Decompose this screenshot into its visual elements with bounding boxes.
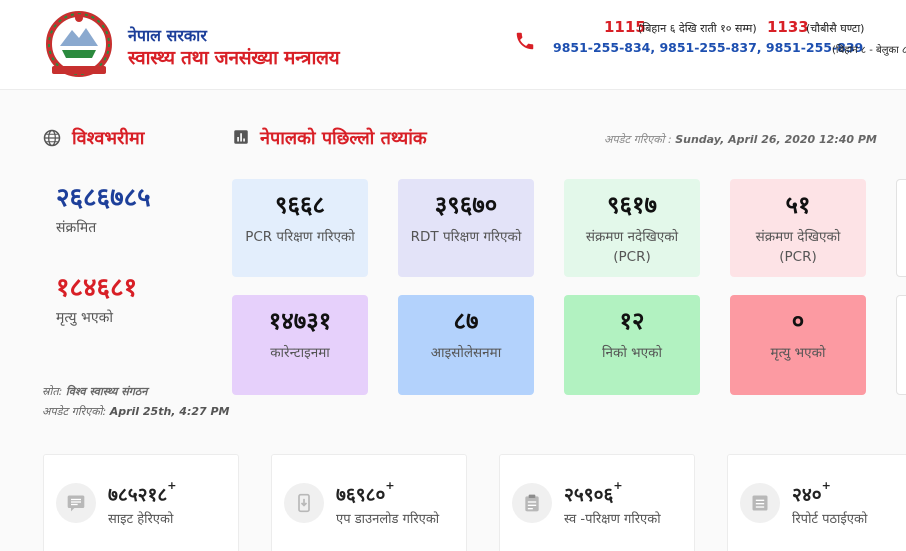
card-rdt-tests: ३९६७० RDT परिक्षण गरिएको	[398, 179, 534, 277]
stat-self-tests: २५९०६+ स्व -परिक्षण गरिएको	[499, 454, 695, 551]
nepal-section-title: नेपालको पछिल्लो तथ्यांक	[260, 128, 427, 149]
card-quarantine: १४७३१ कारेन्टाइनमा	[232, 295, 368, 395]
nepal-emblem-logo[interactable]	[42, 8, 116, 78]
report-icon	[740, 483, 780, 523]
stat-label: साइट हेरिएको	[108, 512, 174, 527]
card-isolation: ८७ आइसोलेसनमा	[398, 295, 534, 395]
source-value: विश्व स्वास्थ्य संगठन	[65, 385, 148, 398]
card-value: ८७	[453, 307, 479, 335]
stat-plus: +	[167, 479, 177, 492]
card-label: संक्रमण नदेखिएको (PCR)	[585, 229, 679, 265]
stat-label: स्व -परिक्षण गरिएको	[564, 512, 661, 527]
world-deaths-label: मृत्यु भएको	[56, 310, 113, 326]
stat-value: ७८५२१८+	[108, 479, 177, 507]
phone-numbers[interactable]: 9851-255-834, 9851-255-837, 9851-255-839	[553, 40, 863, 55]
stat-value: २५९०६+	[564, 479, 623, 507]
hotline-1133[interactable]: 1133	[767, 18, 809, 36]
stat-label: रिपोर्ट पठाईएको	[792, 512, 868, 527]
stat-site-visits: ७८५२१८+ साइट हेरिएको	[43, 454, 239, 551]
stat-number: ७६९८०	[336, 484, 386, 506]
stat-plus: +	[613, 479, 623, 492]
phone-icon	[516, 32, 534, 50]
stat-value: ७६९८०+	[336, 479, 395, 507]
card-label: RDT परिक्षण गरिएको	[410, 229, 522, 245]
stat-number: ७८५२१८	[108, 484, 168, 506]
stat-value: २४०+	[792, 479, 831, 507]
card-label: आइसोलेसनमा	[430, 345, 502, 361]
hotline-1133-hours: (चौबीसै घण्टा)	[806, 22, 865, 35]
stat-number: २५९०६	[564, 484, 614, 506]
stat-plus: +	[821, 479, 831, 492]
source-label: स्रोत:	[42, 385, 63, 398]
ministry-name: स्वास्थ्य तथा जनसंख्या मन्त्रालय	[128, 47, 340, 69]
card-recovered: १२ निको भएको	[564, 295, 700, 395]
world-updated: अपडेट गरिएको: April 25th, 4:27 PM	[42, 404, 230, 419]
nepal-updated: अपडेट गरिएको : Sunday, April 26, 2020 12…	[604, 132, 877, 147]
government-name: नेपाल सरकार	[128, 26, 207, 45]
card-label: निको भएको	[602, 345, 662, 361]
card-label: संक्रमण देखिएको (PCR)	[755, 229, 841, 265]
card-partial-edge	[896, 295, 906, 395]
stat-label: एप डाउनलोड गरिएको	[336, 512, 440, 527]
card-pcr-tests: ९६६८ PCR परिक्षण गरिएको	[232, 179, 368, 277]
world-deaths-count: १८४६८१	[56, 273, 138, 303]
card-positive-pcr: ५१ संक्रमण देखिएको (PCR)	[730, 179, 866, 277]
card-value: १४७३१	[268, 307, 332, 335]
world-source: स्रोत: विश्व स्वास्थ्य संगठन	[42, 384, 147, 399]
stat-plus: +	[385, 479, 395, 492]
world-updated-label: अपडेट गरिएको:	[42, 405, 107, 418]
world-section-title: विश्वभरीमा	[72, 128, 145, 149]
world-infected-label: संक्रमित	[56, 220, 97, 236]
phone-numbers-hours: (बिहान ८ - बेलुका ८	[832, 45, 906, 56]
card-value: ०	[791, 307, 805, 335]
globe-icon	[43, 129, 61, 147]
stat-app-downloads: ७६९८०+ एप डाउनलोड गरिएको	[271, 454, 467, 551]
message-icon	[56, 483, 96, 523]
card-label: कारेन्टाइनमा	[270, 345, 330, 361]
stat-number: २४०	[792, 484, 822, 506]
stat-reports-sent: २४०+ रिपोर्ट पठाईएको	[727, 454, 906, 551]
clipboard-icon	[512, 483, 552, 523]
card-negative-pcr: ९६१७ संक्रमण नदेखिएको (PCR)	[564, 179, 700, 277]
card-deaths: ० मृत्यु भएको	[730, 295, 866, 395]
card-label: PCR परिक्षण गरिएको	[245, 229, 355, 245]
world-infected-count: २६८६७८५	[56, 183, 151, 213]
nepal-updated-label: अपडेट गरिएको :	[604, 133, 672, 146]
card-value: ९६१७	[607, 191, 657, 219]
world-updated-value: April 25th, 4:27 PM	[109, 405, 230, 418]
card-value: ५१	[785, 191, 811, 219]
hotline-1115-hours: (बिहान ६ देखि राती १० सम्म)	[638, 22, 757, 35]
bar-chart-icon	[234, 130, 248, 144]
nepal-updated-value: Sunday, April 26, 2020 12:40 PM	[675, 133, 877, 146]
site-header: नेपाल सरकार स्वास्थ्य तथा जनसंख्या मन्त्…	[0, 0, 906, 90]
download-app-icon	[284, 483, 324, 523]
card-partial-edge	[896, 179, 906, 277]
card-value: १२	[619, 307, 645, 335]
card-value: ९६६८	[275, 191, 325, 219]
card-label: मृत्यु भएको	[770, 345, 826, 361]
card-value: ३९६७०	[434, 191, 498, 219]
